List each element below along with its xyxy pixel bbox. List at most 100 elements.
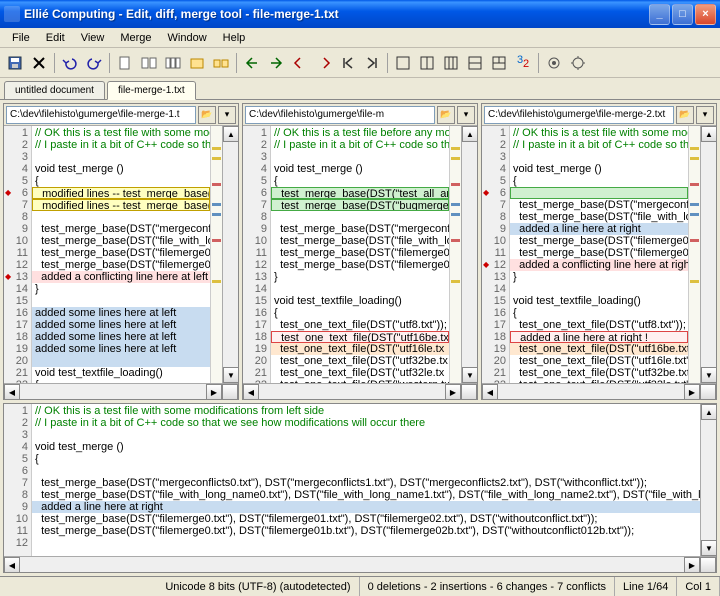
browse-button[interactable]: 📂 [676, 106, 694, 124]
code-line[interactable] [271, 211, 449, 223]
vertical-scrollbar[interactable]: ▲▼ [700, 404, 716, 556]
undo-button[interactable] [59, 52, 81, 74]
code-line[interactable]: test_one_text_file(DST("utf16be.txt")); [510, 343, 688, 355]
code-line[interactable]: test_one_text_file(DST("utf32le.txt")); [510, 379, 688, 383]
new-doc-button[interactable] [114, 52, 136, 74]
overview-strip[interactable] [210, 126, 222, 383]
layout-mixed-button[interactable] [488, 52, 510, 74]
path-dropdown-button[interactable]: ▾ [696, 106, 714, 124]
code-line[interactable]: test_one_text_file(DST("utf8.txt")); [510, 319, 688, 331]
code-line[interactable]: } [271, 271, 449, 283]
code-line[interactable]: // OK this is a test file with some modi… [32, 405, 700, 417]
prev-conflict-button[interactable] [289, 52, 311, 74]
code-line[interactable]: // OK this is a test file with some modi… [510, 127, 688, 139]
code-line[interactable]: void test_merge () [271, 163, 449, 175]
code-line[interactable]: test_one_text_file(DST("utf32be.txt")); [510, 367, 688, 379]
redo-button[interactable] [83, 52, 105, 74]
code-line[interactable]: } [510, 271, 688, 283]
code-line[interactable]: added some lines here at left [32, 307, 210, 319]
code-line[interactable] [32, 465, 700, 477]
code-line[interactable]: test_merge_base(DST("mergeconfli [271, 223, 449, 235]
code-line[interactable] [271, 283, 449, 295]
last-diff-button[interactable] [361, 52, 383, 74]
code-line[interactable]: void test_merge () [32, 441, 700, 453]
prev-diff-button[interactable] [241, 52, 263, 74]
code-line[interactable]: test_one_text_file(DST("utf32be.tx [271, 355, 449, 367]
code-line[interactable]: // I paste in it a bit of C++ code so th… [510, 139, 688, 151]
menu-window[interactable]: Window [160, 30, 215, 46]
code-line[interactable]: added a conflicting line here at right [510, 259, 688, 271]
code-line[interactable]: // I paste in it a bit of C++ code so th… [32, 139, 210, 151]
overview-strip[interactable] [449, 126, 461, 383]
code-line[interactable]: { [32, 175, 210, 187]
tab-untitled[interactable]: untitled document [4, 81, 105, 99]
code-line[interactable]: test_merge_base(DST("filemerge0.t [271, 259, 449, 271]
code-line[interactable] [510, 187, 688, 199]
code-line[interactable]: test_merge_base(DST("filemerge0.txt"), [32, 259, 210, 271]
code-line[interactable]: { [510, 175, 688, 187]
next-conflict-button[interactable] [313, 52, 335, 74]
code-line[interactable]: { [271, 307, 449, 319]
code-line[interactable]: added a line here at right [510, 223, 688, 235]
overview-strip[interactable] [688, 126, 700, 383]
code-line[interactable]: // OK this is a test file with some modi… [32, 127, 210, 139]
code-line[interactable]: modified lines -- test_merge_base(DST("t… [32, 187, 210, 199]
layout-2v-button[interactable] [464, 52, 486, 74]
file-path-input[interactable] [484, 106, 674, 124]
code-line[interactable] [510, 151, 688, 163]
code-view[interactable]: // OK this is a test file with some modi… [510, 126, 688, 383]
layout-1-button[interactable] [392, 52, 414, 74]
code-line[interactable]: } [32, 283, 210, 295]
code-line[interactable]: test_one_text_file(DST("utf8.txt")); [271, 319, 449, 331]
code-line[interactable] [32, 355, 210, 367]
code-view[interactable]: // OK this is a test file before any mod… [271, 126, 449, 383]
code-line[interactable] [32, 211, 210, 223]
code-line[interactable]: void test_merge () [32, 163, 210, 175]
code-line[interactable]: test_merge_base(DST("bugmerge0. [271, 199, 449, 211]
code-line[interactable]: test_merge_base(DST("filemerge0.txt"), [32, 247, 210, 259]
vertical-scrollbar[interactable]: ▲▼ [461, 126, 477, 383]
code-line[interactable]: added a conflicting line here at left [32, 271, 210, 283]
horizontal-scrollbar[interactable]: ◀▶ [4, 383, 238, 399]
minimize-button[interactable]: _ [649, 4, 670, 25]
code-view[interactable]: // OK this is a test file with some modi… [32, 126, 210, 383]
maximize-button[interactable]: □ [672, 4, 693, 25]
code-line[interactable]: test_merge_base(DST("mergeconflicts0.t [32, 223, 210, 235]
code-line[interactable]: // I paste in it a bit of C++ code so th… [32, 417, 700, 429]
close-window-button[interactable]: × [695, 4, 716, 25]
code-line[interactable]: { [271, 175, 449, 187]
vertical-scrollbar[interactable]: ▲▼ [222, 126, 238, 383]
code-line[interactable]: { [32, 379, 210, 383]
code-line[interactable]: test_one_text_file(DST("utf16le.tx [271, 343, 449, 355]
code-line[interactable] [32, 151, 210, 163]
code-line[interactable]: added a line here at right ! [510, 331, 688, 343]
code-line[interactable]: test_merge_base(DST("mergeconflicts0.txt… [510, 199, 688, 211]
file-path-input[interactable] [245, 106, 435, 124]
file-path-input[interactable] [6, 106, 196, 124]
menu-merge[interactable]: Merge [112, 30, 159, 46]
path-dropdown-button[interactable]: ▾ [457, 106, 475, 124]
code-line[interactable]: modified lines -- test_merge_base(DST("b… [32, 199, 210, 211]
line-numbers-button[interactable]: 32 [512, 52, 534, 74]
horizontal-scrollbar[interactable]: ◀▶ [482, 383, 716, 399]
code-line[interactable] [271, 151, 449, 163]
code-line[interactable]: test_merge_base(DST("test_all_anc [271, 187, 449, 199]
code-line[interactable] [510, 283, 688, 295]
code-line[interactable]: test_merge_base(DST("file_with_long_nam [32, 235, 210, 247]
code-line[interactable] [32, 295, 210, 307]
code-line[interactable]: added some lines here at left [32, 343, 210, 355]
menu-help[interactable]: Help [215, 30, 254, 46]
code-line[interactable]: void test_textfile_loading() [271, 295, 449, 307]
code-line[interactable]: added some lines here at left [32, 331, 210, 343]
code-line[interactable]: test_merge_base(DST("file_with_long_name… [510, 211, 688, 223]
code-line[interactable]: test_merge_base(DST("filemerge0.txt"), D… [32, 513, 700, 525]
horizontal-scrollbar[interactable]: ◀▶ [4, 556, 716, 572]
code-line[interactable]: test_merge_base(DST("file_with_lo [271, 235, 449, 247]
code-line[interactable]: test_merge_base(DST("file_with_long_name… [32, 489, 700, 501]
first-diff-button[interactable] [337, 52, 359, 74]
menu-file[interactable]: File [4, 30, 38, 46]
path-dropdown-button[interactable]: ▾ [218, 106, 236, 124]
code-line[interactable] [32, 429, 700, 441]
code-line[interactable]: added some lines here at left [32, 319, 210, 331]
code-line[interactable]: test_one_text_file(DST("utf16be.tx [271, 331, 449, 343]
